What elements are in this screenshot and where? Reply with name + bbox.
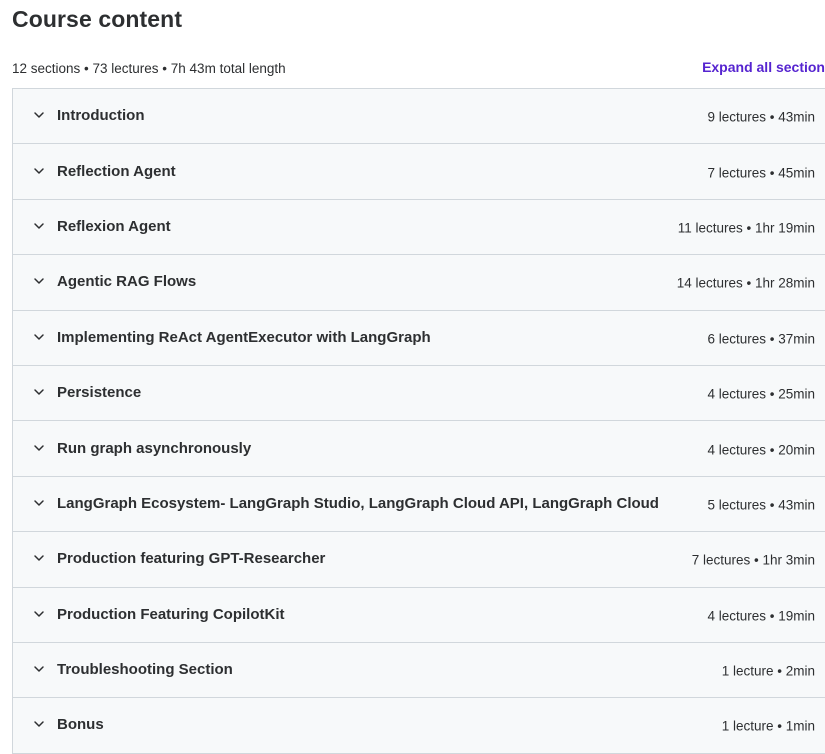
- section-title: Implementing ReAct AgentExecutor with La…: [57, 328, 431, 346]
- chevron-down-icon: [33, 275, 45, 287]
- section-toggle[interactable]: Implementing ReAct AgentExecutor with La…: [13, 310, 825, 366]
- section-meta: 9 lectures • 43min: [707, 109, 815, 125]
- section-meta: 5 lectures • 43min: [707, 497, 815, 513]
- section-toggle[interactable]: Introduction 9 lectures • 43min: [13, 89, 825, 145]
- section-toggle[interactable]: Agentic RAG Flows 14 lectures • 1hr 28mi…: [13, 255, 825, 311]
- section-toggle[interactable]: LangGraph Ecosystem- LangGraph Studio, L…: [13, 476, 825, 533]
- section-meta: 11 lectures • 1hr 19min: [677, 220, 815, 236]
- expand-all-sections-button[interactable]: Expand all section: [702, 59, 825, 76]
- chevron-down-icon: [33, 718, 45, 730]
- section-title: Reflexion Agent: [57, 218, 171, 236]
- section-title: LangGraph Ecosystem- LangGraph Studio, L…: [57, 495, 659, 513]
- curriculum-summary: 12 sections • 73 lectures • 7h 43m total…: [12, 61, 286, 76]
- section-toggle[interactable]: Reflexion Agent 11 lectures • 1hr 19min: [13, 199, 825, 256]
- section-toggle[interactable]: Reflection Agent 7 lectures • 45min: [13, 144, 825, 200]
- chevron-down-icon: [33, 220, 45, 232]
- section-title: Reflection Agent: [57, 162, 176, 180]
- section-toggle[interactable]: Production Featuring CopilotKit 4 lectur…: [13, 587, 825, 643]
- section-title: Production featuring GPT-Researcher: [57, 550, 326, 568]
- section-title: Production Featuring CopilotKit: [57, 605, 285, 623]
- chevron-down-icon: [33, 442, 45, 454]
- section-meta: 1 lecture • 2min: [721, 663, 815, 679]
- page-title: Course content: [12, 6, 183, 32]
- section-meta: 6 lectures • 37min: [707, 331, 815, 347]
- section-toggle[interactable]: Bonus 1 lecture • 1min: [13, 698, 825, 754]
- chevron-down-icon: [33, 608, 45, 620]
- section-toggle[interactable]: Persistence 4 lectures • 25min: [13, 365, 825, 422]
- section-title: Run graph asynchronously: [57, 439, 252, 457]
- chevron-down-icon: [33, 165, 45, 177]
- section-title: Troubleshooting Section: [57, 661, 233, 679]
- section-meta: 4 lectures • 25min: [707, 386, 815, 402]
- chevron-down-icon: [33, 552, 45, 564]
- section-toggle[interactable]: Production featuring GPT-Researcher 7 le…: [13, 532, 825, 588]
- section-toggle[interactable]: Run graph asynchronously 4 lectures • 20…: [13, 421, 825, 477]
- section-meta: 14 lectures • 1hr 28min: [676, 276, 815, 292]
- section-meta: 4 lectures • 19min: [707, 608, 815, 624]
- chevron-down-icon: [33, 386, 45, 398]
- chevron-down-icon: [33, 331, 45, 343]
- section-list: Introduction 9 lectures • 43min Reflecti…: [12, 88, 825, 754]
- section-title: Persistence: [57, 384, 142, 402]
- section-title: Introduction: [57, 107, 145, 125]
- section-meta: 7 lectures • 45min: [707, 165, 815, 181]
- section-title: Agentic RAG Flows: [57, 273, 197, 291]
- section-meta: 7 lectures • 1hr 3min: [691, 553, 815, 569]
- section-toggle[interactable]: Troubleshooting Section 1 lecture • 2min: [13, 642, 825, 699]
- section-title: Bonus: [57, 716, 104, 734]
- curriculum-summary-bar: 12 sections • 73 lectures • 7h 43m total…: [12, 59, 825, 79]
- section-meta: 1 lecture • 1min: [721, 719, 815, 735]
- chevron-down-icon: [33, 109, 45, 121]
- section-meta: 4 lectures • 20min: [707, 442, 815, 458]
- chevron-down-icon: [33, 497, 45, 509]
- chevron-down-icon: [33, 663, 45, 675]
